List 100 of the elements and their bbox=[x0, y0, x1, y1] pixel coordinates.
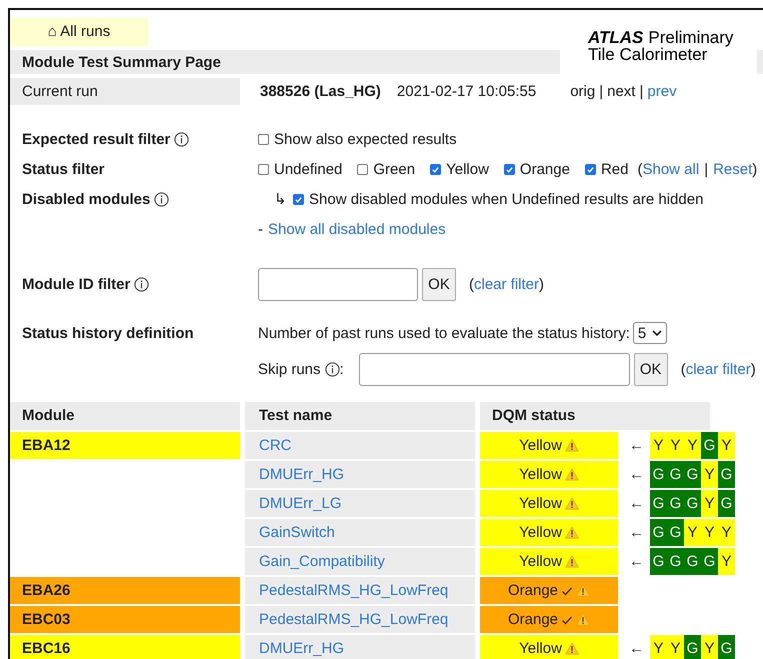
checkbox[interactable] bbox=[258, 134, 269, 144]
checkbox-label: Red bbox=[600, 160, 628, 178]
status-text: Yellow bbox=[519, 436, 562, 456]
warning-icon bbox=[564, 468, 579, 481]
filter-label: Module ID filter bbox=[22, 276, 130, 292]
status-text: Orange bbox=[508, 581, 558, 601]
history-chip: G bbox=[701, 548, 718, 575]
next-text: next bbox=[607, 83, 636, 100]
warning-icon bbox=[564, 642, 579, 655]
paren: ) bbox=[752, 160, 758, 178]
history-chip: G bbox=[718, 461, 735, 488]
filter-label: Status filter bbox=[22, 160, 105, 178]
status-text: Yellow bbox=[519, 465, 562, 485]
filter-label: Expected result filter bbox=[22, 130, 170, 148]
history-chip: G bbox=[667, 548, 684, 575]
warning-icon bbox=[564, 497, 579, 510]
checkbox-label: Green bbox=[373, 160, 416, 178]
status-text: Yellow bbox=[519, 639, 562, 659]
checkbox[interactable] bbox=[293, 194, 304, 204]
checkbox[interactable] bbox=[357, 164, 368, 174]
module-cell: EBC03 bbox=[10, 606, 240, 633]
logo-line: Tile Calorimeter bbox=[588, 46, 708, 63]
runs-select[interactable]: 5 bbox=[632, 322, 668, 344]
colon: : bbox=[340, 361, 344, 378]
history-chip: Y bbox=[701, 490, 718, 517]
checkbox[interactable] bbox=[504, 164, 515, 174]
test-link[interactable]: GainSwitch bbox=[259, 524, 335, 541]
filter-label: Status history definition bbox=[22, 324, 194, 342]
history-chip: G bbox=[718, 635, 735, 659]
status-text: Yellow bbox=[519, 494, 562, 514]
test-link[interactable]: DMUErr_HG bbox=[259, 466, 344, 483]
warning-icon bbox=[576, 613, 590, 626]
ok-button[interactable]: OK bbox=[422, 268, 456, 300]
history-chip: G bbox=[650, 519, 667, 546]
dash: - bbox=[258, 220, 263, 238]
checkbox-label: Show disabled modules when Undefined results are hidden bbox=[309, 190, 704, 208]
warning-icon bbox=[564, 555, 579, 568]
history-chip: G bbox=[650, 490, 667, 517]
status-text: Yellow bbox=[519, 552, 562, 572]
orig-text: orig bbox=[570, 83, 596, 100]
history-chip: G bbox=[650, 461, 667, 488]
history-arrow: ← bbox=[629, 437, 644, 454]
separator: | bbox=[639, 83, 644, 100]
history-arrow: ← bbox=[629, 466, 644, 483]
all-runs-link[interactable]: ⌂ All runs bbox=[10, 18, 148, 46]
paren: ) bbox=[539, 276, 544, 292]
logo-subtitle: Preliminary bbox=[648, 29, 734, 46]
test-link[interactable]: PedestalRMS_HG_LowFreq bbox=[259, 611, 448, 628]
checkbox[interactable] bbox=[430, 164, 442, 174]
history-chip: G bbox=[667, 490, 684, 517]
checkbox-label: Yellow bbox=[446, 160, 489, 178]
prev-link[interactable]: prev bbox=[647, 83, 677, 100]
history-chip: Y bbox=[701, 461, 718, 488]
info-icon bbox=[324, 362, 340, 377]
separator: | bbox=[704, 160, 708, 178]
history-chip: Y bbox=[650, 635, 667, 659]
clear-filter-link[interactable]: clear filter bbox=[474, 276, 540, 292]
status-text: Orange bbox=[508, 610, 558, 630]
history-chip: G bbox=[667, 461, 684, 488]
history-arrow: ← bbox=[629, 553, 644, 570]
history-arrow: ← bbox=[629, 524, 644, 541]
filter-label: Disabled modules bbox=[22, 190, 150, 208]
checkbox[interactable] bbox=[584, 164, 596, 174]
test-link[interactable]: DMUErr_LG bbox=[259, 495, 342, 512]
history-chip: Y bbox=[701, 519, 718, 546]
test-link[interactable]: CRC bbox=[259, 437, 292, 454]
warning-icon bbox=[576, 584, 590, 597]
clear-filter-link[interactable]: clear filter bbox=[686, 361, 751, 378]
test-link[interactable]: Gain_Compatibility bbox=[259, 553, 385, 570]
reset-link[interactable]: Reset bbox=[713, 160, 752, 178]
history-arrow: ← bbox=[629, 640, 644, 657]
history-chip: Y bbox=[667, 635, 684, 659]
module-cell: EBA12 bbox=[10, 432, 240, 459]
history-chip: G bbox=[650, 548, 667, 575]
history-chip: Y bbox=[684, 519, 701, 546]
current-run-label: Current run bbox=[10, 78, 240, 105]
checkbox[interactable] bbox=[258, 164, 269, 174]
info-icon bbox=[154, 192, 170, 206]
module-cell: EBA26 bbox=[10, 577, 240, 604]
paren: ( bbox=[680, 361, 686, 378]
indent-arrow: ↳ bbox=[274, 190, 287, 208]
history-chip: Y bbox=[718, 432, 735, 459]
test-link[interactable]: PedestalRMS_HG_LowFreq bbox=[259, 582, 448, 599]
history-arrow: ← bbox=[629, 495, 644, 512]
module-id-field[interactable] bbox=[258, 268, 418, 300]
history-chip: Y bbox=[667, 432, 684, 459]
ok-button[interactable]: OK bbox=[634, 353, 668, 386]
checkbox-label: Show also expected results bbox=[274, 130, 457, 148]
paren: ) bbox=[750, 361, 756, 378]
checkbox-label: Orange bbox=[520, 160, 570, 178]
skip-runs-field[interactable] bbox=[358, 353, 630, 386]
status-text: Yellow bbox=[519, 523, 562, 543]
test-link[interactable]: DMUErr_HG bbox=[259, 640, 344, 657]
page-title: Module Test Summary Page bbox=[22, 54, 221, 70]
column-header: Test name bbox=[245, 402, 475, 430]
run-number: 388526 (Las_HG) bbox=[260, 83, 381, 100]
show-all-link[interactable]: Show all bbox=[642, 160, 700, 178]
history-chip: Y bbox=[718, 519, 735, 546]
run-time: 2021-02-17 10:05:55 bbox=[396, 83, 536, 100]
history-chip: G bbox=[684, 548, 701, 575]
